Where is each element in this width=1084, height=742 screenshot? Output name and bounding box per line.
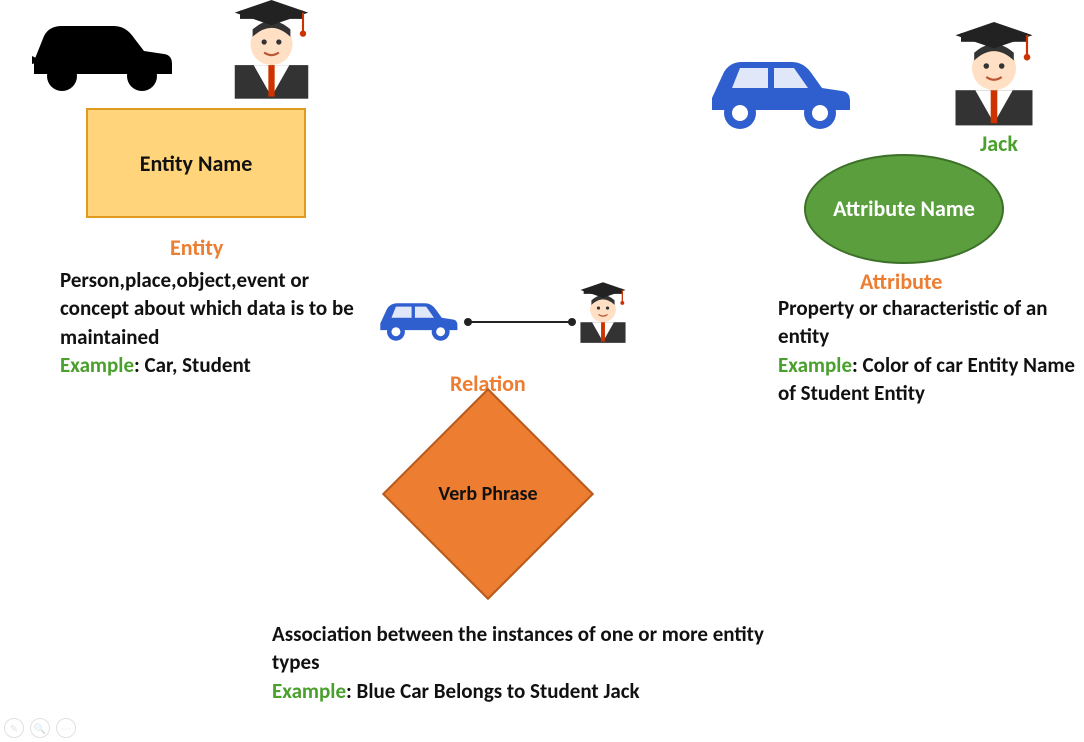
magnify-icon[interactable]: 🔍 bbox=[30, 718, 50, 738]
car-blue-icon-attr bbox=[690, 40, 860, 140]
entity-box-label: Entity Name bbox=[140, 150, 253, 177]
relation-connector bbox=[460, 312, 580, 337]
toolbar-btn-1[interactable]: ✎ bbox=[4, 718, 24, 738]
relation-diamond-label: Verb Phrase bbox=[438, 483, 537, 506]
entity-description: Person,place,object,event or concept abo… bbox=[60, 266, 370, 379]
relation-description: Association between the instances of one… bbox=[272, 620, 792, 705]
attribute-name-ellipse: Attribute Name bbox=[804, 154, 1004, 264]
relation-example-label: Example bbox=[272, 678, 346, 704]
more-icon[interactable]: ⋯ bbox=[56, 718, 76, 738]
entity-heading: Entity bbox=[170, 234, 223, 261]
attribute-description: Property or characteristic of an entity … bbox=[778, 294, 1078, 407]
relation-example-text: : Blue Car Belongs to Student Jack bbox=[346, 678, 640, 704]
entity-example-text: : Car, Student bbox=[134, 352, 251, 378]
jack-label: Jack bbox=[980, 130, 1018, 157]
relation-diamond: Verb Phrase bbox=[368, 414, 608, 574]
attribute-ellipse-label: Attribute Name bbox=[833, 196, 975, 221]
student-icon-rel bbox=[574, 282, 632, 352]
entity-name-box: Entity Name bbox=[86, 108, 306, 218]
attribute-example-label: Example bbox=[778, 352, 852, 378]
student-icon-attr bbox=[944, 22, 1044, 137]
car-blue-icon-rel bbox=[368, 290, 463, 350]
bottom-toolbar: ✎ 🔍 ⋯ bbox=[4, 718, 76, 738]
attribute-heading: Attribute bbox=[860, 268, 942, 295]
entity-example-label: Example bbox=[60, 352, 134, 378]
student-icon-entity bbox=[224, 0, 319, 110]
car-black-icon bbox=[14, 6, 184, 101]
